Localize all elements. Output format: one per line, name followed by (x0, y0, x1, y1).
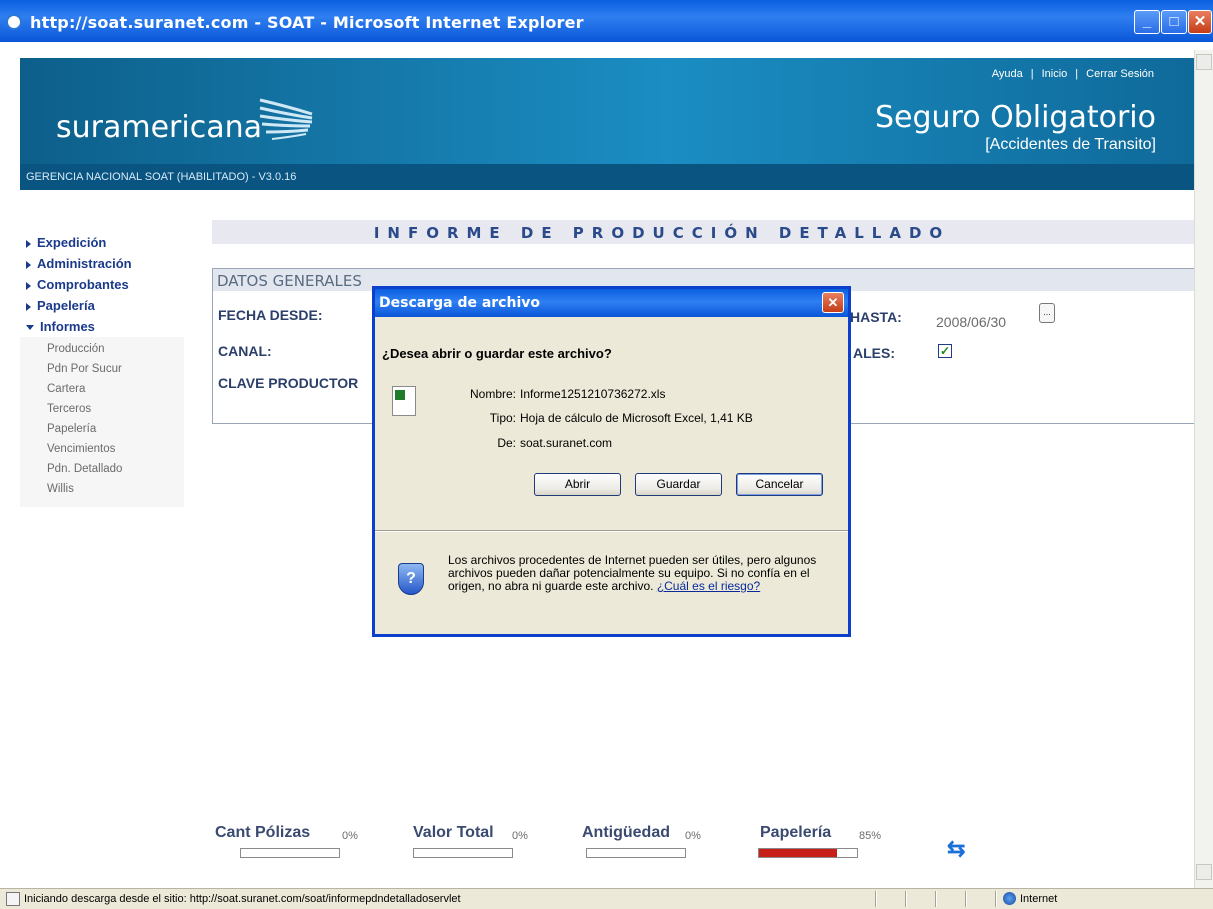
save-button[interactable]: Guardar (635, 473, 722, 496)
from-value: soat.suranet.com (520, 436, 613, 450)
indicator-label: Papelería (760, 824, 832, 841)
hasta-label: HASTA: (850, 309, 902, 325)
help-link[interactable]: Ayuda (992, 68, 1023, 80)
file-download-dialog: Descarga de archivo ✕ ¿Desea abrir o gua… (372, 286, 851, 637)
site-logo[interactable]: suramericana (56, 110, 262, 145)
fecha-desde-label: FECHA DESDE: (218, 307, 323, 323)
shield-question-icon: ? (398, 563, 424, 595)
statusbar-divider (965, 891, 967, 907)
internet-zone-icon (1003, 892, 1016, 905)
sidebar-item-comprobantes[interactable]: Comprobantes (20, 274, 184, 295)
subbar-text: GERENCIA NACIONAL SOAT (HABILITADO) - V3… (26, 171, 297, 183)
clave-productor-label: CLAVE PRODUCTOR (218, 375, 359, 391)
sidebar-item-administracion[interactable]: Administración (20, 253, 184, 274)
link-separator: | (1030, 68, 1034, 80)
indicator-progress-bar (240, 848, 340, 858)
submenu-pdn-detallado[interactable]: Pdn. Detallado (20, 459, 184, 479)
vertical-scrollbar[interactable] (1194, 50, 1213, 888)
section-title: DATOS GENERALES (217, 272, 362, 290)
totales-checkbox[interactable]: ✓ (938, 344, 952, 358)
browser-content: suramericana Ayuda | Inicio | Cerrar Sesión … (0, 42, 1213, 888)
dialog-question: ¿Desea abrir o guardar este archivo? (382, 346, 612, 361)
indicator-progress-bar (758, 848, 858, 858)
security-zone: Internet (1020, 893, 1058, 905)
submenu-produccion[interactable]: Producción (20, 339, 184, 359)
submenu-cartera[interactable]: Cartera (20, 379, 184, 399)
hasta-date-field[interactable]: 2008/06/30 (936, 314, 1006, 330)
maximize-button[interactable]: □ (1161, 10, 1187, 34)
submenu-pdn-por-sucur[interactable]: Pdn Por Sucur (20, 359, 184, 379)
page-title-bar: INFORME DE PRODUCCIÓN DETALLADO (212, 220, 1194, 244)
open-button[interactable]: Abrir (534, 473, 621, 496)
window-titlebar: http://soat.suranet.com - SOAT - Microso… (0, 0, 1213, 42)
indicator-progress-bar (413, 848, 513, 858)
indicator-percent: 85% (859, 830, 882, 842)
refresh-icon[interactable]: ⇆ (947, 836, 975, 861)
header-banner: suramericana Ayuda | Inicio | Cerrar Sesión … (20, 58, 1194, 164)
dialog-close-button[interactable]: ✕ (822, 292, 844, 313)
link-separator: | (1075, 68, 1079, 80)
dialog-warning: Los archivos procedentes de Internet pue… (448, 554, 818, 593)
name-label: Nombre: (469, 387, 516, 401)
sidebar-item-informes[interactable]: Informes (20, 316, 184, 337)
sidebar-item-expedicion[interactable]: Expedición (20, 232, 184, 253)
browser-statusbar: Iniciando descarga desde el sitio: http:… (0, 888, 1213, 909)
submenu-vencimientos[interactable]: Vencimientos (20, 439, 184, 459)
indicator-percent: 0% (685, 830, 701, 842)
window-title: http://soat.suranet.com - SOAT - Microso… (30, 13, 584, 32)
close-button[interactable]: ✕ (1188, 10, 1212, 34)
from-label: De: (497, 436, 516, 450)
dialog-titlebar: Descarga de archivo ✕ (375, 289, 848, 317)
chevron-right-icon (26, 260, 31, 269)
indicator-label: Valor Total (413, 824, 494, 841)
logo-swoosh-icon (259, 98, 313, 140)
risk-link[interactable]: ¿Cuál es el riesgo? (657, 579, 760, 593)
scroll-down-icon[interactable] (1196, 864, 1212, 880)
indicator-percent: 0% (512, 830, 528, 842)
minimize-button[interactable]: _ (1134, 10, 1160, 34)
chevron-right-icon (26, 239, 31, 248)
logout-link[interactable]: Cerrar Sesión (1086, 68, 1154, 80)
totales-label: ALES: (853, 345, 895, 361)
download-status-icon (6, 892, 20, 906)
brand-title: Seguro Obligatorio (874, 100, 1156, 135)
sidebar-item-papeleria[interactable]: Papelería (20, 295, 184, 316)
indicator-fill (759, 849, 838, 857)
statusbar-divider (935, 891, 937, 907)
submenu-terceros[interactable]: Terceros (20, 399, 184, 419)
indicator-label: Cant Pólizas (215, 824, 311, 841)
chevron-right-icon (26, 302, 31, 311)
warning-text: Los archivos procedentes de Internet pue… (448, 553, 817, 593)
excel-file-icon (392, 386, 416, 416)
ie-icon (6, 14, 22, 30)
submenu-willis[interactable]: Willis (20, 479, 184, 499)
name-value: Informe1251210736272.xls (520, 387, 666, 401)
calendar-button[interactable]: ... (1039, 303, 1055, 323)
indicator-label: Antigüedad (582, 824, 670, 841)
scroll-up-icon[interactable] (1196, 54, 1212, 70)
informes-submenu: Producción Pdn Por Sucur Cartera Tercero… (20, 337, 184, 507)
indicators-bar: Cant Pólizas 0% Valor Total 0% Antigüeda… (212, 822, 1194, 888)
submenu-papeleria[interactable]: Papelería (20, 419, 184, 439)
dialog-title: Descarga de archivo (379, 295, 540, 311)
status-subbar: GERENCIA NACIONAL SOAT (HABILITADO) - V3… (20, 164, 1194, 190)
statusbar-divider (995, 891, 997, 907)
page-title: INFORME DE PRODUCCIÓN DETALLADO (373, 224, 951, 242)
indicator-progress-bar (586, 848, 686, 858)
top-links: Ayuda | Inicio | Cerrar Sesión (988, 68, 1158, 80)
statusbar-divider (875, 891, 877, 907)
type-value: Hoja de cálculo de Microsoft Excel, 1,41… (520, 411, 753, 425)
dialog-separator (375, 530, 848, 532)
home-link[interactable]: Inicio (1042, 68, 1068, 80)
indicator-percent: 0% (342, 830, 358, 842)
chevron-right-icon (26, 281, 31, 290)
cancel-button[interactable]: Cancelar (736, 473, 823, 496)
brand-subtitle: [Accidentes de Transito] (985, 136, 1156, 153)
status-text: Iniciando descarga desde el sitio: http:… (24, 893, 461, 905)
statusbar-divider (905, 891, 907, 907)
sidebar-nav: Expedición Administración Comprobantes P… (20, 232, 184, 507)
canal-label: CANAL: (218, 343, 272, 359)
type-label: Tipo: (489, 411, 516, 425)
chevron-down-icon (26, 325, 34, 331)
